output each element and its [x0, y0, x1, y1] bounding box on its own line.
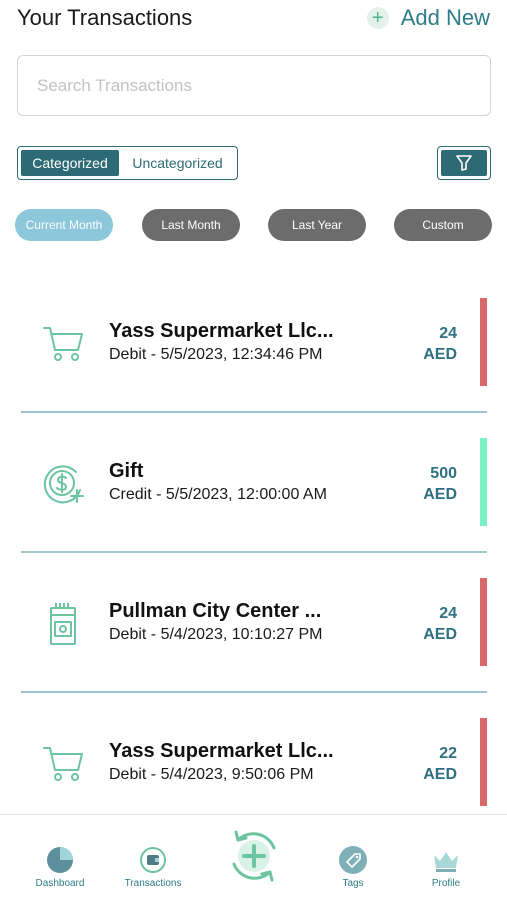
transaction-name: Yass Supermarket Llc... — [109, 320, 334, 342]
divider — [21, 691, 487, 693]
transaction-amount: 500 AED — [423, 463, 457, 505]
transaction-name: Yass Supermarket Llc... — [109, 740, 334, 762]
period-last-month[interactable]: Last Month — [142, 209, 240, 241]
money-plus-icon — [43, 465, 84, 504]
transaction-amount: 22 AED — [423, 743, 457, 785]
period-custom[interactable]: Custom — [394, 209, 492, 241]
transaction-row[interactable]: Gift Credit - 5/5/2023, 12:00:00 AM 500 … — [20, 438, 487, 550]
filter-icon — [456, 155, 472, 171]
cigarette-pack-icon — [50, 603, 76, 645]
uncategorized-tab[interactable]: Uncategorized — [121, 150, 234, 176]
page-title: Your Transactions — [17, 5, 193, 30]
amount-value: 22 — [439, 745, 457, 762]
divider — [21, 411, 487, 413]
transaction-meta: Credit - 5/5/2023, 12:00:00 AM — [109, 486, 327, 503]
amount-currency: AED — [423, 766, 457, 783]
transaction-row[interactable]: Pullman City Center ... Debit - 5/4/2023… — [20, 578, 487, 690]
nav-profile[interactable]: Profile — [401, 845, 491, 889]
pie-chart-icon — [47, 847, 73, 873]
tag-icon — [339, 846, 367, 874]
transaction-row[interactable]: Yass Supermarket Llc... Debit - 5/5/2023… — [20, 298, 487, 410]
amount-currency: AED — [423, 626, 457, 643]
add-sync-icon[interactable] — [224, 826, 284, 886]
search-box[interactable] — [17, 55, 491, 116]
debit-indicator — [480, 578, 487, 666]
debit-indicator — [480, 298, 487, 386]
credit-indicator — [480, 438, 487, 526]
search-input[interactable] — [37, 75, 490, 96]
filter-button[interactable] — [437, 146, 491, 180]
bottom-nav: Dashboard Transactions Tags Profile — [0, 814, 507, 900]
nav-label: Tags — [342, 878, 364, 889]
period-filters: Current Month Last Month Last Year Custo… — [15, 209, 492, 241]
nav-tags[interactable]: Tags — [308, 845, 398, 889]
wallet-sync-icon — [140, 847, 166, 873]
header: Your Transactions + Add New — [17, 4, 490, 32]
amount-currency: AED — [423, 486, 457, 503]
nav-label: Profile — [431, 878, 461, 889]
nav-transactions[interactable]: Transactions — [108, 845, 198, 889]
transaction-amount: 24 AED — [423, 603, 457, 645]
shopping-cart-icon — [43, 327, 83, 361]
divider — [21, 551, 487, 553]
transaction-meta: Debit - 5/4/2023, 9:50:06 PM — [109, 766, 314, 783]
amount-currency: AED — [423, 346, 457, 363]
filter-button-face — [441, 150, 487, 176]
crown-icon — [434, 852, 458, 872]
transaction-meta: Debit - 5/5/2023, 12:34:46 PM — [109, 346, 323, 363]
categorized-tab[interactable]: Categorized — [21, 150, 119, 176]
plus-icon: + — [366, 7, 389, 29]
category-toggle: Categorized Uncategorized — [17, 146, 238, 180]
period-current-month[interactable]: Current Month — [15, 209, 113, 241]
transaction-meta: Debit - 5/4/2023, 10:10:27 PM — [109, 626, 323, 643]
transaction-amount: 24 AED — [423, 323, 457, 365]
shopping-cart-icon — [43, 747, 83, 781]
amount-value: 24 — [439, 605, 457, 622]
nav-dashboard[interactable]: Dashboard — [15, 845, 105, 889]
period-last-year[interactable]: Last Year — [268, 209, 366, 241]
nav-label: Transactions — [124, 878, 182, 889]
transaction-name: Gift — [109, 460, 144, 482]
debit-indicator — [480, 718, 487, 806]
amount-value: 24 — [439, 325, 457, 342]
add-new-label: Add New — [400, 5, 490, 30]
transaction-name: Pullman City Center ... — [109, 600, 322, 622]
nav-label: Dashboard — [35, 878, 85, 889]
amount-value: 500 — [430, 465, 457, 482]
add-new-button[interactable]: + Add New — [366, 5, 490, 31]
